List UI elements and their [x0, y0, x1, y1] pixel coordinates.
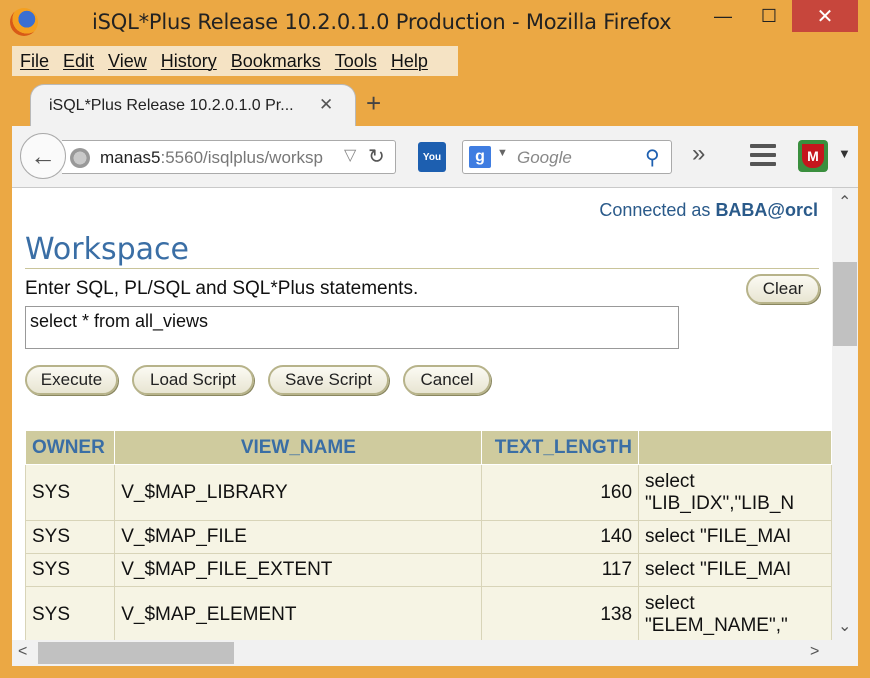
google-engine-icon[interactable]: g: [469, 146, 491, 168]
table-row: SYS V_$MAP_FILE 140 select "FILE_MAI: [24, 520, 832, 554]
search-placeholder: Google: [517, 148, 572, 167]
table-row: SYS V_$MAP_LIBRARY 160 select "LIB_IDX","…: [24, 464, 832, 521]
sql-input[interactable]: select * from all_views: [25, 306, 679, 349]
cell-view-name: V_$MAP_FILE: [114, 520, 483, 554]
menu-tools[interactable]: Tools: [335, 51, 377, 72]
cell-view-name: V_$MAP_ELEMENT: [114, 586, 483, 640]
firefox-logo-icon: [10, 8, 38, 36]
column-header-text[interactable]: [638, 430, 832, 465]
tab-isqlplus[interactable]: iSQL*Plus Release 10.2.0.1.0 Pr... ✕: [30, 84, 356, 128]
menu-edit[interactable]: Edit: [63, 51, 94, 72]
window-title: iSQL*Plus Release 10.2.0.1.0 Production …: [92, 10, 672, 34]
instructions-label: Enter SQL, PL/SQL and SQL*Plus statement…: [25, 278, 419, 299]
column-header-view-name[interactable]: VIEW_NAME: [114, 430, 483, 465]
minimize-button[interactable]: —: [700, 0, 746, 32]
clear-button[interactable]: Clear: [746, 274, 820, 304]
table-row: SYS V_$MAP_FILE_EXTENT 117 select "FILE_…: [24, 553, 832, 587]
firefox-window: iSQL*Plus Release 10.2.0.1.0 Production …: [0, 0, 870, 678]
cell-owner: SYS: [24, 520, 116, 554]
menu-bookmarks[interactable]: Bookmarks: [231, 51, 321, 72]
cell-view-name: V_$MAP_LIBRARY: [114, 464, 483, 521]
connected-prefix: Connected as: [599, 200, 716, 220]
mcafee-addon-icon[interactable]: M: [798, 140, 828, 172]
youtube-addon-icon[interactable]: You: [418, 142, 446, 172]
url-path: :5560/isqlplus/worksp: [160, 148, 324, 167]
cell-owner: SYS: [24, 553, 116, 587]
cell-owner: SYS: [24, 586, 116, 640]
navigation-toolbar: manas5:5560/isqlplus/worksp ▽ ↻ ← You g …: [12, 126, 858, 188]
url-text[interactable]: manas5:5560/isqlplus/worksp: [100, 148, 323, 168]
url-history-dropdown-icon[interactable]: ▽: [344, 145, 356, 165]
site-identity-icon[interactable]: [70, 148, 90, 168]
toolbar-overflow-icon[interactable]: »: [692, 140, 705, 168]
cell-text-length: 160: [481, 464, 640, 521]
url-host: manas5: [100, 148, 161, 167]
cell-text-line: "ELEM_NAME",": [645, 614, 788, 636]
mcafee-letter: M: [802, 144, 824, 168]
reload-icon[interactable]: ↻: [368, 144, 385, 169]
cell-text-line: select: [645, 470, 695, 492]
cell-view-name: V_$MAP_FILE_EXTENT: [114, 553, 483, 587]
results-table: OWNER VIEW_NAME TEXT_LENGTH SYS V_$MAP_L…: [24, 430, 832, 640]
cancel-button[interactable]: Cancel: [403, 365, 491, 395]
scroll-left-icon[interactable]: <: [18, 643, 27, 661]
close-window-button[interactable]: ✕: [792, 0, 858, 32]
menu-hamburger-icon[interactable]: [750, 144, 776, 166]
menu-file[interactable]: File: [20, 51, 49, 72]
table-header-row: OWNER VIEW_NAME TEXT_LENGTH: [24, 430, 832, 465]
vertical-scrollbar[interactable]: ⌃ ⌄: [832, 188, 858, 640]
cell-text: select "ELEM_NAME",": [638, 586, 832, 640]
scrollbar-corner: [832, 640, 858, 666]
connection-status: Connected as BABA@orcl: [599, 200, 818, 221]
page-title: Workspace: [25, 232, 189, 267]
cell-text-length: 117: [481, 553, 640, 587]
vertical-scroll-thumb[interactable]: [833, 262, 857, 346]
cell-text-length: 138: [481, 586, 640, 640]
tab-label: iSQL*Plus Release 10.2.0.1.0 Pr...: [49, 97, 294, 114]
search-icon[interactable]: ⚲: [645, 145, 660, 170]
cell-text-line: "LIB_IDX","LIB_N: [645, 492, 795, 514]
menu-view[interactable]: View: [108, 51, 147, 72]
back-button[interactable]: ←: [20, 133, 66, 179]
maximize-button[interactable]: ☐: [746, 0, 792, 32]
title-divider: [25, 268, 819, 269]
url-bar[interactable]: manas5:5560/isqlplus/worksp ▽ ↻: [62, 140, 396, 174]
load-script-button[interactable]: Load Script: [132, 365, 254, 395]
save-script-button[interactable]: Save Script: [268, 365, 389, 395]
horizontal-scrollbar[interactable]: < >: [12, 640, 832, 666]
addon-dropdown-icon[interactable]: ▼: [838, 146, 851, 161]
tab-strip: iSQL*Plus Release 10.2.0.1.0 Pr... ✕ +: [0, 80, 870, 128]
execute-button[interactable]: Execute: [25, 365, 118, 395]
cell-text-line: select: [645, 592, 695, 614]
engine-dropdown-icon[interactable]: ▼: [497, 147, 508, 159]
column-header-text-length[interactable]: TEXT_LENGTH: [481, 430, 640, 465]
column-header-owner[interactable]: OWNER: [24, 430, 116, 465]
menu-bar: File Edit View History Bookmarks Tools H…: [12, 46, 458, 76]
cell-text: select "LIB_IDX","LIB_N: [638, 464, 832, 521]
cell-owner: SYS: [24, 464, 116, 521]
search-bar[interactable]: g ▼ Google ⚲: [462, 140, 672, 174]
cell-text: select "FILE_MAI: [638, 553, 832, 587]
cell-text: select "FILE_MAI: [638, 520, 832, 554]
new-tab-button[interactable]: +: [366, 88, 381, 119]
menu-history[interactable]: History: [161, 51, 217, 72]
menu-help[interactable]: Help: [391, 51, 428, 72]
page-viewport: Connected as BABA@orcl Workspace Enter S…: [12, 188, 858, 666]
connected-user: BABA@orcl: [715, 200, 818, 220]
page-content: Connected as BABA@orcl Workspace Enter S…: [12, 188, 832, 640]
tab-close-icon[interactable]: ✕: [319, 95, 333, 115]
table-row: SYS V_$MAP_ELEMENT 138 select "ELEM_NAME"…: [24, 586, 832, 640]
title-bar: iSQL*Plus Release 10.2.0.1.0 Production …: [0, 0, 870, 44]
scroll-right-icon[interactable]: >: [810, 643, 819, 661]
scroll-up-icon[interactable]: ⌃: [838, 192, 851, 212]
scroll-down-icon[interactable]: ⌄: [838, 616, 851, 636]
cell-text-length: 140: [481, 520, 640, 554]
horizontal-scroll-thumb[interactable]: [38, 642, 234, 664]
